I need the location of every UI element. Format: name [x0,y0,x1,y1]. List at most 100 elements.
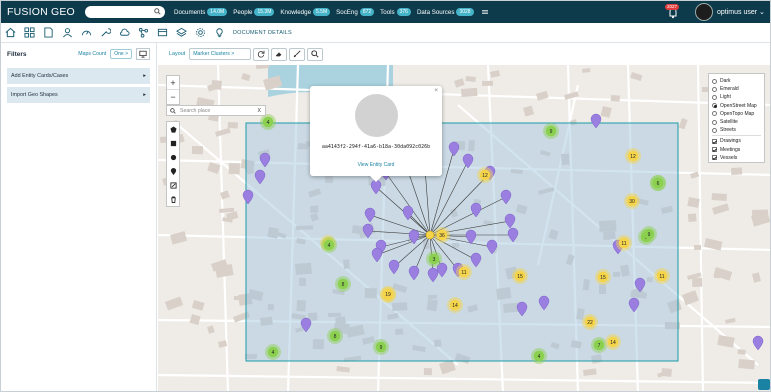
accordion-add-entity-cards[interactable]: Add Entity Cards/Cases ▸ [7,68,150,84]
top-bar: FUSION GEO Documents 14.0M People 15.3M Kn… [1,1,770,23]
overlay-label: Drawings [720,138,741,145]
base-layer-option[interactable]: OpenStreet Map [712,102,761,110]
radio-button[interactable] [712,86,717,92]
overlay-option[interactable]: Vessels [712,154,761,162]
building [423,368,432,376]
maps-count-select[interactable]: One > [110,49,132,59]
building [241,73,251,82]
notifications-button[interactable]: 2027 [665,4,681,20]
avatar[interactable] [695,3,713,21]
gear-icon [196,28,205,37]
checkbox[interactable] [712,147,717,153]
network-icon [138,27,149,38]
caret-right-icon: ▸ [143,92,146,98]
dashboard-button[interactable] [77,24,96,42]
cloud-button[interactable] [115,24,134,42]
brand-logo: FUSION GEO [7,6,75,18]
base-layer-label: Emerald [720,86,739,93]
cluster-count: 15 [517,274,523,280]
apps-button[interactable] [20,24,39,42]
accordion-import-geo-shapes[interactable]: Import Geo Shapes ▸ [7,87,150,103]
base-layer-option[interactable]: Satellite [712,118,761,126]
edit-layers-button[interactable] [167,178,179,192]
chat-widget-button[interactable] [758,379,770,390]
checkbox[interactable] [712,138,717,144]
draw-marker-button[interactable] [167,164,179,178]
eraser-button[interactable] [271,47,288,61]
search-icon[interactable] [154,8,161,15]
nav-knowledge[interactable]: Knowledge 5.5M [280,8,331,16]
menu-icon[interactable] [481,9,488,15]
chevron-down-icon: ⌄ [759,9,765,16]
radio-button[interactable] [712,94,717,100]
base-layer-label: Satellite [720,119,738,126]
marker-cluster-select[interactable]: Marker Clusters > [189,48,252,60]
radio-button[interactable] [712,78,717,84]
zoom-in-button[interactable]: + [167,76,179,90]
layers-button[interactable] [172,24,191,42]
search-map-button[interactable] [307,47,324,61]
radio-button[interactable] [712,103,717,109]
nav-data-sources[interactable]: Data Sources 3028 [417,8,474,16]
user-menu[interactable]: optimus user ⌄ [717,8,765,16]
caret-right-icon: ▸ [143,73,146,79]
radio-button[interactable] [712,119,717,125]
users-button[interactable] [58,24,77,42]
filters-sidebar: Filters Maps Count One > Add Entity Card… [1,43,157,391]
cards-button[interactable] [153,24,172,42]
count-badge: 376 [396,8,411,16]
count-badge: 872 [359,8,375,16]
global-search-input[interactable] [85,6,165,18]
checkbox[interactable] [712,155,717,161]
nav-tools[interactable]: Tools 376 [380,8,411,16]
clear-search-button[interactable]: X [258,108,261,114]
overlay-option[interactable]: Drawings [712,137,761,145]
cluster-count: 11 [659,274,664,280]
delete-layers-button[interactable] [167,192,179,206]
nav-people[interactable]: People 15.3M [233,8,275,16]
layers-icon [176,27,187,37]
cluster-count: 19 [385,292,391,298]
user-name: optimus user [717,9,758,16]
draw-rectangle-button[interactable] [167,136,179,150]
refresh-button[interactable] [253,47,270,61]
accordion-label: Import Geo Shapes [11,92,58,98]
documents-button[interactable] [39,24,58,42]
base-layer-option[interactable]: Streets [712,126,761,134]
place-search-placeholder: Search place [180,107,211,114]
map-canvas[interactable]: 4912126302084363111510158191489442271411… [158,65,770,391]
settings-button[interactable] [191,24,210,42]
radio-button[interactable] [712,127,717,133]
cluster-count: 8 [342,282,345,288]
divider [712,135,761,137]
base-layer-option[interactable]: Light [712,93,761,101]
tools-button[interactable] [96,24,115,42]
base-layer-option[interactable]: OpenTopo Map [712,110,761,118]
building [692,277,703,287]
overlay-option[interactable]: Meetings [712,146,761,154]
graph-button[interactable] [134,24,153,42]
nav-soceng[interactable]: SocEng 872 [336,8,375,16]
base-layer-option[interactable]: Dark [712,77,761,85]
brush-button[interactable] [289,47,306,61]
building [454,78,465,88]
close-popup-button[interactable]: × [434,88,438,94]
document-details-label: DOCUMENT DETAILS [233,29,292,36]
zoom-out-button[interactable]: − [167,90,179,104]
building [226,211,239,221]
base-layer-option[interactable]: Emerald [712,85,761,93]
map-header: Layout Marker Clusters > [158,43,770,65]
place-search-input[interactable]: Search place X [166,105,266,116]
view-entity-card-link[interactable]: View Entity Card [310,162,442,168]
ideas-button[interactable] [210,24,229,42]
nav-label: Data Sources [416,8,455,16]
screen-toggle-button[interactable] [136,48,150,60]
home-button[interactable] [1,24,20,42]
cloud-icon [120,28,130,36]
radio-button[interactable] [712,111,717,117]
draw-circle-button[interactable] [167,150,179,164]
building [600,106,612,118]
building [583,368,597,376]
nav-documents[interactable]: Documents 14.0M [174,8,228,16]
draw-polygon-button[interactable] [167,122,179,136]
